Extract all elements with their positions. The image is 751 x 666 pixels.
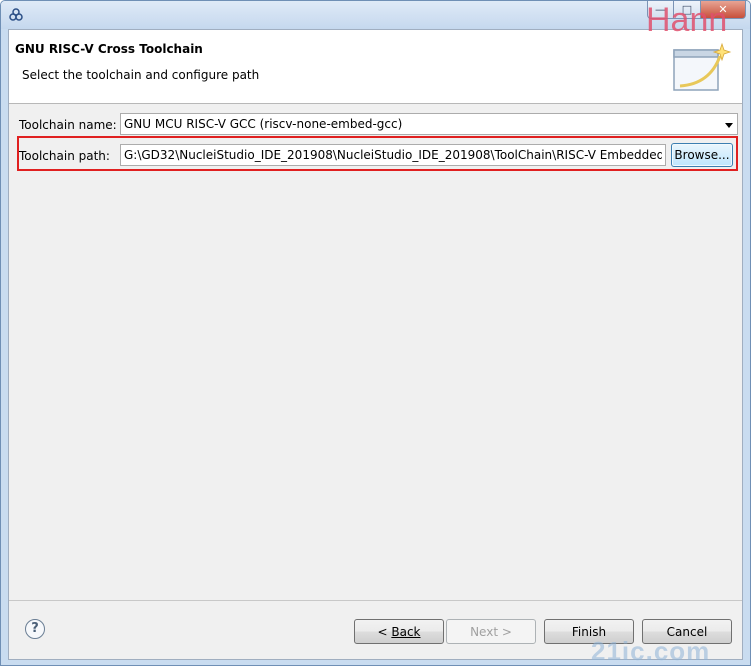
help-icon[interactable]: ?: [25, 619, 45, 639]
toolchain-path-label: Toolchain path:: [19, 149, 110, 163]
back-label: Back: [391, 624, 421, 639]
app-icon: [9, 8, 23, 21]
dropdown-arrow-icon: [725, 123, 733, 128]
footer-separator: [9, 600, 742, 601]
toolchain-name-value: GNU MCU RISC-V GCC (riscv-none-embed-gcc…: [124, 117, 403, 131]
title-bar[interactable]: — □ ✕: [1, 1, 750, 29]
toolchain-path-input[interactable]: [120, 144, 666, 166]
toolchain-name-label: Toolchain name:: [19, 118, 117, 132]
finish-button[interactable]: Finish: [544, 619, 634, 644]
wizard-client-area: GNU RISC-V Cross Toolchain Select the to…: [8, 29, 743, 665]
cancel-button[interactable]: Cancel: [642, 619, 732, 644]
wizard-window: — □ ✕ GNU RISC-V Cross Toolchain Select …: [0, 0, 751, 666]
page-description: Select the toolchain and configure path: [22, 68, 260, 82]
browse-button[interactable]: Browse...: [671, 143, 733, 167]
wizard-graphic: [673, 42, 732, 91]
back-prefix: <: [377, 624, 392, 639]
wizard-header: GNU RISC-V Cross Toolchain Select the to…: [9, 30, 742, 104]
next-button[interactable]: Next >: [446, 619, 536, 644]
page-title: GNU RISC-V Cross Toolchain: [15, 42, 203, 56]
back-button[interactable]: < Back: [354, 619, 444, 644]
toolchain-name-combo[interactable]: GNU MCU RISC-V GCC (riscv-none-embed-gcc…: [120, 113, 738, 135]
watermark-logo: Hann: [646, 1, 728, 39]
